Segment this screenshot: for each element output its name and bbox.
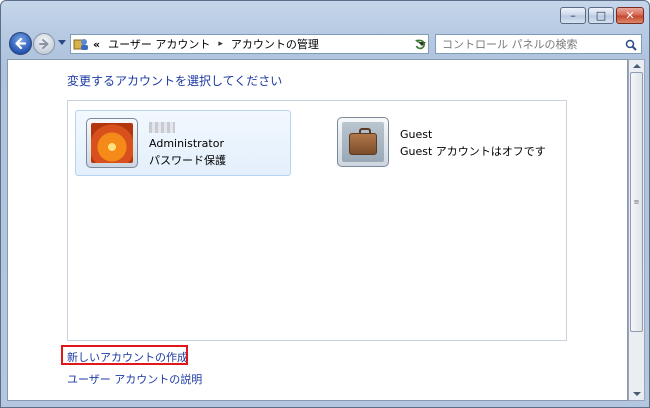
refresh-icon [414,39,425,49]
account-name: Administrator [149,137,224,150]
highlight-box [61,345,188,365]
user-accounts-help-link[interactable]: ユーザー アカウントの説明 [67,371,202,387]
scroll-thumb[interactable]: ≡ [630,72,643,332]
breadcrumb-manage-accounts[interactable]: アカウントの管理 [231,36,319,52]
minimize-button[interactable]: – [560,7,586,24]
forward-arrow-icon [39,39,49,49]
close-button[interactable]: ✕ [616,7,644,24]
scroll-down-arrow-icon[interactable] [633,392,641,396]
recent-pages-dropdown[interactable] [58,40,66,45]
guest-picture [337,117,389,167]
suitcase-picture-icon [342,122,384,162]
user-accounts-icon [73,39,88,50]
breadcrumb-separator[interactable]: ▸ [218,39,223,49]
account-name: Guest [400,128,433,141]
flower-picture-icon [91,123,133,163]
navigation-bar: « ユーザー アカウント ▸ アカウントの管理 コントロール パネルの検索 [1,31,649,57]
minimize-icon: – [570,9,576,22]
forward-button[interactable] [33,33,55,55]
address-bar[interactable]: « ユーザー アカウント ▸ アカウントの管理 [70,34,429,54]
scroll-up-arrow-icon[interactable] [633,64,641,68]
administrator-picture [86,118,138,168]
account-detail: Guest アカウントはオフです [400,145,546,158]
redacted-name [149,122,175,133]
maximize-button[interactable]: □ [588,7,614,24]
account-guest[interactable]: Guest Guest アカウントはオフです [330,110,560,176]
refresh-button[interactable] [411,34,429,54]
breadcrumb-overflow[interactable]: « [93,38,100,51]
page-heading: 変更するアカウントを選択してください [67,74,283,88]
breadcrumb-user-accounts[interactable]: ユーザー アカウント [108,36,210,52]
account-detail: パスワード保護 [149,154,226,167]
maximize-icon: □ [595,9,607,22]
search-input[interactable]: コントロール パネルの検索 [435,34,642,54]
title-bar[interactable]: – □ ✕ [1,1,649,31]
close-icon: ✕ [625,9,635,22]
search-placeholder: コントロール パネルの検索 [442,38,578,51]
vertical-scrollbar[interactable]: ≡ [628,59,645,401]
back-button[interactable] [9,32,32,55]
back-arrow-icon [15,37,27,50]
account-administrator[interactable]: Administrator パスワード保護 [75,110,291,176]
search-icon[interactable] [625,39,637,51]
